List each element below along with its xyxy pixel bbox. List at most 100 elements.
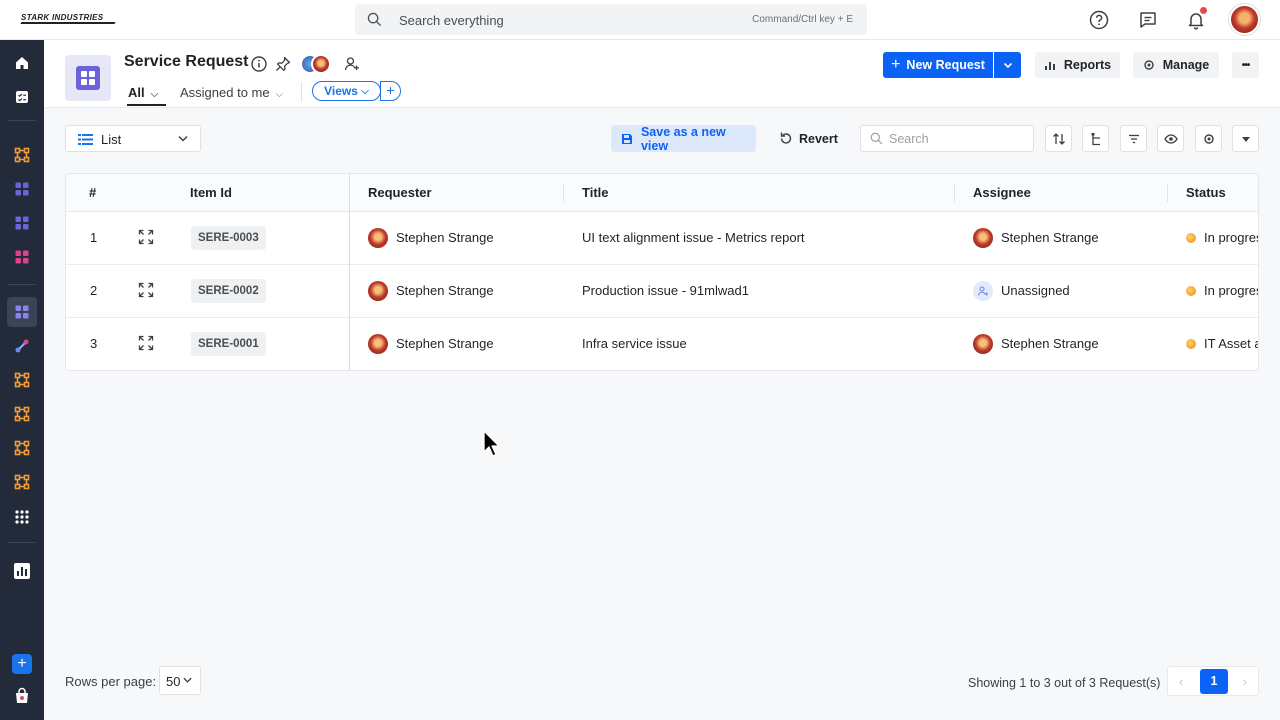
next-page-button[interactable]: › [1243,674,1247,689]
add-app-button[interactable]: + [12,654,32,674]
view-options-button[interactable] [1195,125,1222,152]
row-number: 1 [90,230,98,245]
service-request-icon[interactable] [7,297,37,327]
request-title[interactable]: UI text alignment issue - Metrics report [582,230,805,245]
apps-icon[interactable] [7,208,37,238]
sidebar: + [0,40,44,720]
chevron-down-icon [178,136,188,142]
integration-icon[interactable] [7,331,37,361]
group-button[interactable] [1082,125,1109,152]
assignee-name[interactable]: Unassigned [1001,283,1070,298]
table-row[interactable]: 1 SERE-0003 Stephen Strange UI text alig… [66,212,1258,265]
workflow-icon[interactable] [7,467,37,497]
previous-page-button[interactable]: ‹ [1179,674,1183,689]
rows-per-page-value: 50 [166,674,181,689]
status-label[interactable]: IT Asset a [1204,336,1258,351]
save-as-new-view-button[interactable]: Save as a new view [611,125,756,153]
status-icon [1186,233,1196,243]
tab-all[interactable]: All ⌵ [126,85,167,106]
sort-icon [1052,132,1065,145]
sort-button[interactable] [1045,125,1072,152]
table-search-input[interactable]: Search [860,125,1034,152]
eye-icon [1203,133,1214,144]
caret-down-icon [1241,136,1250,142]
info-icon[interactable] [250,55,268,73]
undo-icon [780,132,792,144]
rows-per-page-select[interactable]: 50 [159,666,201,695]
pagination-summary: Showing 1 to 3 out of 3 Request(s) [968,676,1161,690]
revert-button[interactable]: Revert [778,125,838,152]
status-icon [1186,286,1196,296]
column-divider[interactable] [1167,184,1168,202]
chevron-down-icon [183,677,192,683]
global-search-input[interactable]: Search everything Command/Ctrl key + E [355,4,867,35]
feedback-icon[interactable] [1137,9,1159,31]
home-icon[interactable] [7,48,37,78]
company-logo[interactable]: STARK INDUSTRIES [20,13,116,24]
expand-icon[interactable] [138,282,154,298]
request-title[interactable]: Production issue - 91mlwad1 [582,283,749,298]
avatar [973,228,993,248]
item-id-chip[interactable]: SERE-0001 [191,332,266,356]
item-id-chip[interactable]: SERE-0003 [191,226,266,250]
column-header-title[interactable]: Title [582,185,609,200]
save-icon [621,133,632,144]
top-bar: STARK INDUSTRIES Search everything Comma… [0,0,1280,40]
user-avatar[interactable] [1229,4,1260,35]
workflow-icon[interactable] [7,433,37,463]
views-button[interactable]: Views ⌵ [312,81,381,101]
expand-icon[interactable] [138,229,154,245]
tasks-icon[interactable] [7,82,37,112]
assignee-name[interactable]: Stephen Strange [1001,336,1099,351]
filter-button[interactable] [1120,125,1147,152]
workflow-icon[interactable] [7,140,37,170]
store-icon[interactable] [7,681,37,711]
plus-icon: + [891,56,901,73]
help-icon[interactable] [1088,9,1110,31]
workflow-icon[interactable] [7,399,37,429]
manage-button[interactable]: Manage [1133,52,1219,78]
column-divider[interactable] [954,184,955,202]
column-header-assignee[interactable]: Assignee [973,185,1031,200]
hierarchy-icon [1091,132,1100,145]
column-header-item-id[interactable]: Item Id [190,185,232,200]
assignee-name[interactable]: Stephen Strange [1001,230,1099,245]
avatar [973,334,993,354]
more-options-button[interactable]: ••• [1232,52,1259,78]
more-dropdown-button[interactable] [1232,125,1259,152]
workflow-icon[interactable] [7,365,37,395]
column-header-status[interactable]: Status [1186,185,1226,200]
new-request-button[interactable]: + New Request [883,52,993,78]
table-row[interactable]: 2 SERE-0002 Stephen Strange Production i… [66,265,1258,318]
reports-icon[interactable] [7,556,37,586]
request-title[interactable]: Infra service issue [582,336,687,351]
reports-button[interactable]: Reports [1035,52,1120,78]
tab-assigned-to-me[interactable]: Assigned to me ⌵ [180,85,283,100]
status-label[interactable]: In progres [1204,230,1258,245]
add-view-button[interactable]: + [380,81,401,101]
all-apps-icon[interactable] [7,502,37,532]
table-row[interactable]: 3 SERE-0001 Stephen Strange Infra servic… [66,318,1258,370]
add-member-icon[interactable] [343,55,361,73]
column-header-number[interactable]: # [89,185,96,200]
status-label[interactable]: In progres [1204,283,1258,298]
hide-fields-button[interactable] [1157,125,1184,152]
avatar [311,54,331,74]
column-header-requester[interactable]: Requester [368,185,432,200]
page-button-current[interactable]: 1 [1200,669,1228,694]
apps-icon[interactable] [7,174,37,204]
pin-icon[interactable] [274,55,292,73]
expand-icon[interactable] [138,335,154,351]
column-divider[interactable] [563,184,564,202]
new-request-dropdown[interactable] [994,52,1021,78]
apps-icon[interactable] [7,242,37,272]
view-type-select[interactable]: List [65,125,201,152]
bell-icon[interactable] [1185,7,1207,31]
rows-per-page-label: Rows per page: [65,674,157,689]
item-id-chip[interactable]: SERE-0002 [191,279,266,303]
unassigned-user-icon [973,281,993,301]
member-avatars[interactable] [300,53,334,75]
pagination: ‹ 1 › [1167,666,1259,696]
tab-label: All [128,85,145,100]
status-icon [1186,339,1196,349]
